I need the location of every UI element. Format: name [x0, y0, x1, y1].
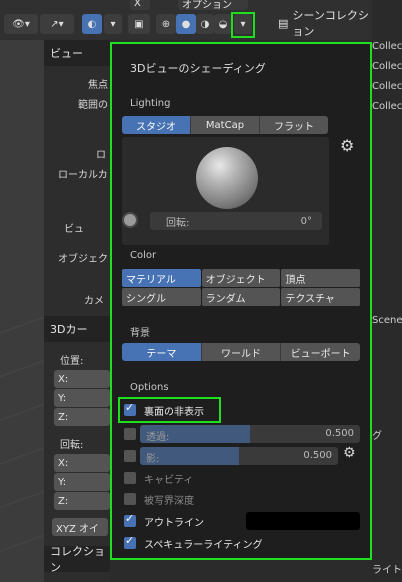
color-material-button[interactable]: マテリアル [122, 269, 201, 287]
outliner-header: ▤ シーンコレクション [278, 9, 369, 38]
cavity-label: キャビティ [144, 475, 194, 486]
viewport[interactable] [0, 40, 50, 582]
xray-value: 0.500 [325, 428, 354, 439]
shading-popover: 3Dビューのシェーディング Lighting スタジオ MatCap フラット … [110, 42, 372, 560]
properties-panel: Collection 1 Collection 2 Collection 3 C… [372, 0, 402, 582]
solid-shading-icon[interactable]: ● [176, 14, 196, 34]
outliner-row[interactable]: Collection 2 [372, 56, 402, 76]
popover-title: 3Dビューのシェーディング [130, 62, 266, 75]
grid-label: グ [372, 430, 382, 442]
shadow-value: 0.500 [303, 450, 332, 461]
viewport-grid [0, 290, 50, 560]
background-viewport-button[interactable]: ビューポート [281, 343, 361, 361]
xray-toggle-icon[interactable]: ▣ [128, 14, 150, 34]
background-selector: テーマ ワールド ビューポート [122, 343, 361, 361]
rotation-y-field[interactable]: Y: [54, 473, 110, 491]
outliner-row[interactable]: Collection 4 [372, 96, 402, 116]
cavity-checkbox[interactable] [124, 472, 136, 484]
color-vertex-button[interactable]: 頂点 [281, 269, 360, 287]
light-paths-label: ライトパス [372, 564, 402, 576]
specular-label: スペキュラーライティング [144, 540, 263, 551]
color-selector: マテリアル オブジェクト 頂点 シングル ランダム テクスチャ [122, 269, 360, 306]
shading-dropdown-highlight [231, 12, 255, 38]
world-space-icon[interactable] [122, 212, 138, 228]
preferences-gear-icon[interactable]: ⚙ [340, 136, 354, 155]
rotation-mode-dropdown[interactable]: XYZ オイ [52, 518, 108, 536]
header-toolbar: X オプション 👁▾ ↗▾ ◐ ▾ ▣ ⊕ ● ◑ ◒ ▾ ▤ シーンコレクショ… [0, 0, 402, 40]
overlay-dropdown-icon[interactable]: ▾ [104, 14, 122, 34]
view-icon[interactable]: 👁▾ [4, 14, 38, 34]
cursor-section-header[interactable]: 3Dカー [44, 316, 110, 342]
outline-label: アウトライン [144, 518, 204, 529]
color-object-button[interactable]: オブジェクト [201, 269, 281, 287]
outline-color-swatch[interactable] [246, 512, 360, 530]
rotation-field-value: 0° [300, 215, 312, 227]
dof-checkbox[interactable] [124, 493, 136, 505]
rotation-z-field[interactable]: Z: [54, 492, 110, 510]
rendered-shading-icon[interactable]: ◒ [214, 14, 232, 34]
view-section-header[interactable]: ビュー [44, 40, 110, 66]
shadow-settings-gear-icon[interactable]: ⚙ [343, 445, 356, 461]
dof-label: 被写界深度 [144, 496, 194, 507]
color-random-button[interactable]: ランダム [201, 288, 281, 306]
sidebar-panel: ビュー 焦点 範囲の ロ ローカルカ ビュ オブジェク カメ 3Dカー 位置: … [44, 40, 110, 582]
scene-label: Scene [372, 314, 402, 326]
color-texture-button[interactable]: テクスチャ [281, 288, 360, 306]
gizmo-icon[interactable]: ↗▾ [40, 14, 74, 34]
close-button[interactable]: X [130, 0, 150, 10]
wireframe-shading-icon[interactable]: ⊕ [156, 14, 176, 34]
options-menu[interactable]: オプション [178, 0, 248, 11]
lighting-studio-button[interactable]: スタジオ [122, 116, 191, 134]
backface-culling-checkbox[interactable] [124, 401, 136, 416]
backface-culling-label: 裏面の非表示 [144, 407, 204, 418]
shadow-checkbox[interactable] [124, 450, 136, 462]
outline-checkbox[interactable] [124, 512, 136, 527]
background-theme-button[interactable]: テーマ [122, 343, 202, 361]
overlay-icon[interactable]: ◐ [82, 14, 102, 34]
location-x-field[interactable]: X: [54, 370, 110, 388]
outliner-row[interactable]: Collection 1 [372, 36, 402, 56]
lighting-selector: スタジオ MatCap フラット [122, 116, 328, 134]
xray-slider[interactable]: 透過: 0.500 [140, 425, 360, 443]
color-single-button[interactable]: シングル [122, 288, 201, 306]
location-y-field[interactable]: Y: [54, 389, 110, 407]
collection-section-header[interactable]: コレクション [44, 545, 110, 574]
lighting-matcap-button[interactable]: MatCap [191, 116, 260, 134]
lighting-label: Lighting [130, 98, 171, 109]
outliner-row[interactable]: Collection 3 [372, 76, 402, 96]
background-label: 背景 [130, 328, 150, 339]
options-label: Options [130, 382, 169, 393]
specular-checkbox[interactable] [124, 534, 136, 549]
location-z-field[interactable]: Z: [54, 408, 110, 426]
xray-checkbox[interactable] [124, 428, 136, 440]
background-world-button[interactable]: ワールド [201, 343, 282, 361]
xray-label: 透過: [146, 432, 170, 443]
outliner-icon: ▤ [278, 16, 289, 30]
rotation-x-field[interactable]: X: [54, 454, 110, 472]
lighting-flat-button[interactable]: フラット [260, 116, 328, 134]
color-label: Color [130, 250, 157, 261]
shadow-label: 影: [146, 454, 160, 465]
rotation-field[interactable]: 回転: 0° [150, 212, 322, 230]
sphere-preview [196, 147, 258, 209]
rotation-field-label: 回転: [166, 217, 190, 229]
material-shading-icon[interactable]: ◑ [196, 14, 214, 34]
shadow-slider[interactable]: 影: 0.500 [140, 447, 338, 465]
